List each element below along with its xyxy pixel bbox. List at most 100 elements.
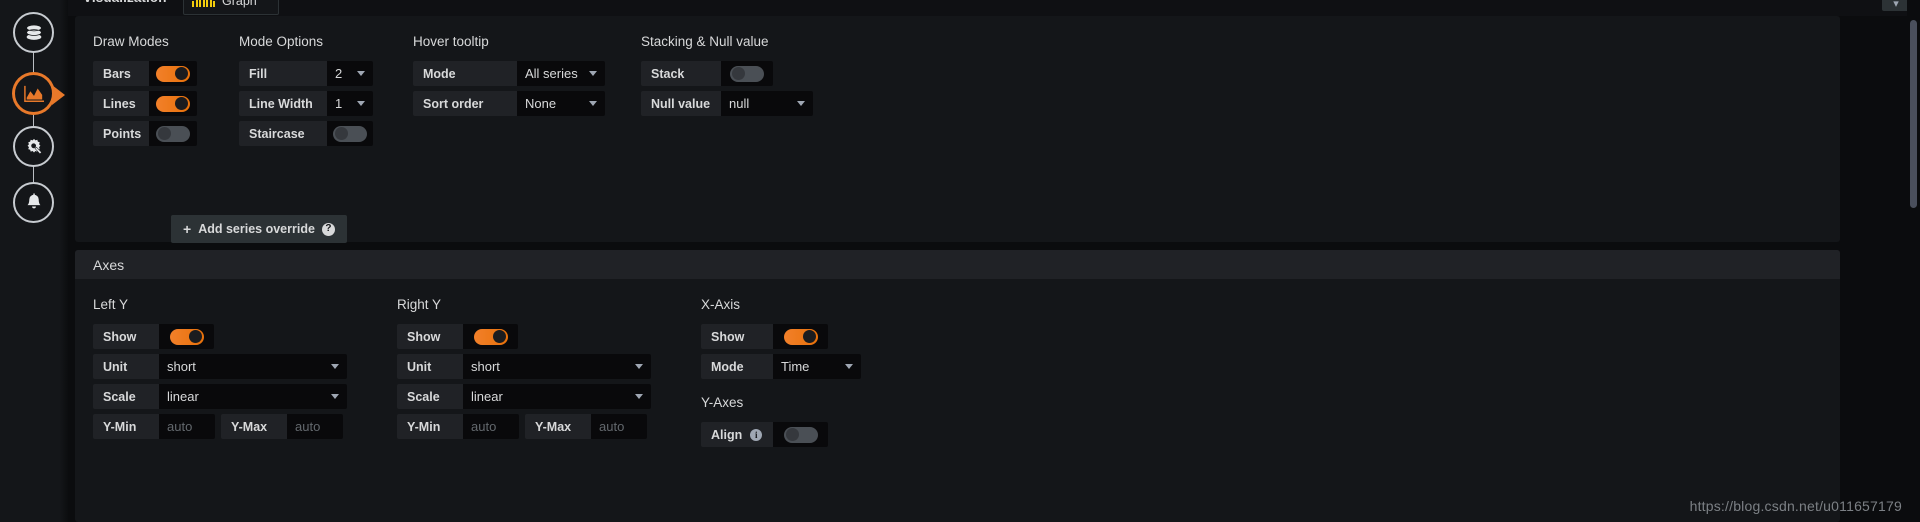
x-axis-mode-row: Mode Time (701, 354, 861, 379)
draw-modes-lines-row: Lines (93, 91, 197, 116)
gear-wrench-icon (23, 136, 45, 158)
left-y-min-placeholder: auto (167, 419, 193, 434)
right-y-scale-value: linear (471, 389, 503, 404)
left-y-column: Left Y Show Unit short Scale linear Y-Mi… (93, 297, 347, 452)
stack-toggle[interactable] (730, 65, 764, 82)
fill-label: Fill (239, 61, 327, 86)
right-y-max-placeholder: auto (599, 419, 625, 434)
visualization-type-picker[interactable]: Graph (183, 0, 279, 15)
staircase-toggle[interactable] (333, 125, 367, 142)
null-value-value: null (729, 96, 750, 111)
line-width-value: 1 (335, 96, 343, 111)
right-y-unit-select[interactable]: short (463, 354, 651, 379)
x-axis-column: X-Axis Show Mode Time Y-Axes Align i (701, 297, 861, 452)
tooltip-mode-value: All series (525, 66, 578, 81)
right-y-scale-select[interactable]: linear (463, 384, 651, 409)
lines-label: Lines (93, 91, 149, 116)
bars-toggle-cell[interactable] (149, 61, 197, 86)
tooltip-sort-order-select[interactable]: None (517, 91, 605, 116)
axes-section: Axes Left Y Show Unit short Scale linear… (75, 250, 1840, 522)
lines-toggle[interactable] (156, 95, 190, 112)
tooltip-mode-label: Mode (413, 61, 517, 86)
help-icon[interactable]: ? (321, 222, 335, 236)
left-y-max-placeholder: auto (295, 419, 321, 434)
left-y-scale-row: Scale linear (93, 384, 347, 409)
tooltip-mode-select[interactable]: All series (517, 61, 605, 86)
left-y-unit-value: short (167, 359, 196, 374)
sidebar-item-alert[interactable] (13, 182, 54, 223)
stack-row: Stack (641, 61, 813, 86)
x-axis-show-row: Show (701, 324, 861, 349)
x-axis-show-toggle-cell[interactable] (773, 324, 828, 349)
plus-icon: + (183, 221, 192, 237)
left-y-minmax-row: Y-Min auto Y-Max auto (93, 414, 347, 439)
staircase-toggle-cell[interactable] (327, 121, 373, 146)
sidebar-item-visualization[interactable] (13, 73, 65, 114)
right-y-column: Right Y Show Unit short Scale linear Y-M… (397, 297, 651, 452)
points-toggle[interactable] (156, 125, 190, 142)
axes-section-body: Left Y Show Unit short Scale linear Y-Mi… (75, 279, 1840, 452)
editor-sidebar-rail (0, 0, 68, 522)
stack-toggle-cell[interactable] (721, 61, 773, 86)
left-y-show-row: Show (93, 324, 347, 349)
tooltip-mode-row: Mode All series (413, 61, 605, 86)
left-y-show-toggle-cell[interactable] (159, 324, 214, 349)
page-scrollbar-thumb[interactable] (1910, 20, 1917, 208)
y-axes-align-toggle[interactable] (783, 426, 818, 443)
add-series-override-label: Add series override (198, 222, 315, 236)
x-axis-mode-value: Time (781, 359, 810, 374)
sidebar-item-general[interactable] (13, 126, 54, 167)
tooltip-sort-order-value: None (525, 96, 557, 111)
left-y-unit-label: Unit (93, 354, 159, 379)
chevron-down-icon (331, 394, 339, 399)
line-width-select[interactable]: 1 (327, 91, 373, 116)
x-axis-show-toggle[interactable] (783, 328, 818, 345)
hover-tooltip-column: Hover tooltip Mode All series Sort order… (413, 34, 605, 151)
staircase-row: Staircase (239, 121, 373, 146)
x-axis-title: X-Axis (701, 297, 741, 312)
bars-label: Bars (93, 61, 149, 86)
right-y-show-row: Show (397, 324, 651, 349)
right-y-min-placeholder: auto (471, 419, 497, 434)
info-icon[interactable]: i (750, 428, 763, 441)
left-y-max-input[interactable]: auto (287, 414, 343, 439)
chevron-down-icon (797, 101, 805, 106)
y-axes-align-label: Align (711, 427, 743, 442)
stacking-column: Stacking & Null value Stack Null value n… (641, 34, 813, 151)
left-y-unit-select[interactable]: short (159, 354, 347, 379)
graph-icon (23, 84, 45, 104)
chevron-down-icon (635, 364, 643, 369)
mode-options-title: Mode Options (239, 34, 324, 49)
right-y-show-toggle-cell[interactable] (463, 324, 518, 349)
right-y-min-input[interactable]: auto (463, 414, 519, 439)
bars-toggle[interactable] (156, 65, 190, 82)
staircase-label: Staircase (239, 121, 327, 146)
fill-select[interactable]: 2 (327, 61, 373, 86)
visualization-label: Visualization (83, 0, 167, 5)
draw-modes-title: Draw Modes (93, 34, 169, 49)
right-y-max-input[interactable]: auto (591, 414, 647, 439)
page-scrollbar-track[interactable] (1907, 0, 1920, 522)
points-toggle-cell[interactable] (149, 121, 197, 146)
left-y-show-toggle[interactable] (169, 328, 204, 345)
right-y-max-label: Y-Max (525, 414, 591, 439)
panel-collapse-button[interactable]: ▾ (1882, 0, 1910, 11)
sidebar-item-queries[interactable] (13, 12, 54, 53)
left-y-max-label: Y-Max (221, 414, 287, 439)
y-axes-align-toggle-cell[interactable] (773, 422, 828, 447)
chevron-down-icon: ▾ (1893, 0, 1899, 10)
left-y-scale-select[interactable]: linear (159, 384, 347, 409)
display-columns: Draw Modes Bars Lines Points Mode Option… (93, 34, 1822, 151)
line-width-row: Line Width 1 (239, 91, 373, 116)
y-axes-title: Y-Axes (701, 395, 744, 410)
x-axis-mode-select[interactable]: Time (773, 354, 861, 379)
right-y-scale-row: Scale linear (397, 384, 651, 409)
add-series-override-button[interactable]: + Add series override ? (171, 215, 347, 243)
lines-toggle-cell[interactable] (149, 91, 197, 116)
tooltip-sort-order-row: Sort order None (413, 91, 605, 116)
null-value-select[interactable]: null (721, 91, 813, 116)
right-y-show-toggle[interactable] (473, 328, 508, 345)
right-y-unit-value: short (471, 359, 500, 374)
left-y-min-input[interactable]: auto (159, 414, 215, 439)
chevron-down-icon (357, 101, 365, 106)
